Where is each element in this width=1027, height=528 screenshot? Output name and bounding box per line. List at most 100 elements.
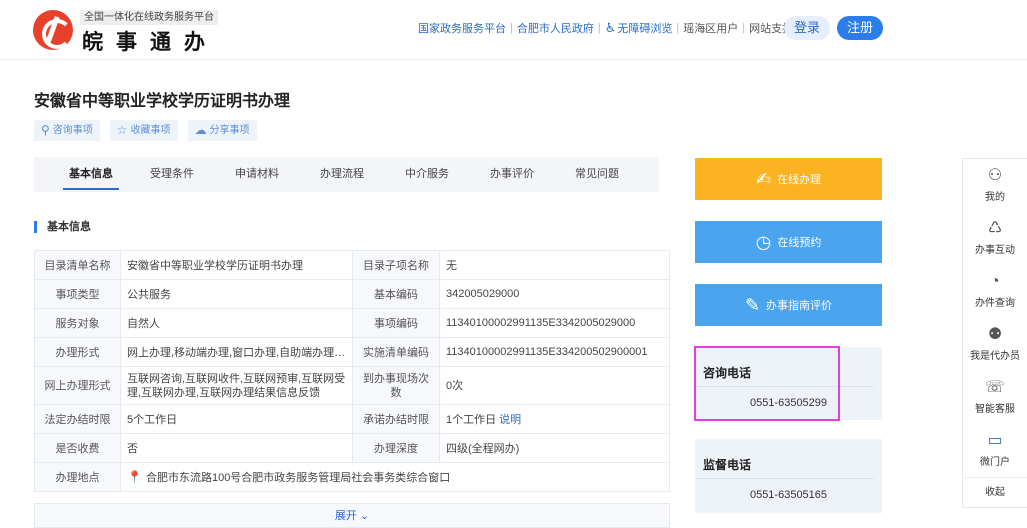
cell-value: 11340100002991135E3342005029000 (439, 308, 670, 338)
favorite-item-button[interactable]: ☆ 收藏事项 (109, 120, 178, 141)
tab-conditions[interactable]: 受理条件 (150, 157, 194, 192)
consult-item-button[interactable]: ⚲ 咨询事项 (34, 120, 100, 141)
table-row: 事项类型 公共服务 基本编码 342005029000 (34, 279, 670, 309)
cell-label: 目录清单名称 (34, 250, 121, 280)
login-button[interactable]: 登录 (784, 16, 830, 40)
clock-icon: ◷ (755, 231, 772, 252)
cell-label: 办理地点 (34, 462, 121, 492)
side-toolbar: ⚇ 我的 ♺ 办事互动 ◔ 办件查询 ⚉ 我是代办员 ☏ 智能客服 ▭ 微门户 … (962, 158, 1027, 508)
cell-value: 安徽省中等职业学校学历证明书办理 (120, 250, 353, 280)
link-national-platform[interactable]: 国家政务服务平台 (418, 20, 506, 36)
divider: | (676, 22, 680, 34)
expand-label: 展开 (334, 510, 357, 522)
sidebar-item-label: 我是代办员 (970, 351, 1020, 362)
accessibility-icon[interactable]: ♿ (605, 20, 617, 36)
site-brand[interactable]: 皖事通办 (82, 26, 218, 56)
star-icon: ☆ (116, 123, 128, 137)
favorite-item-label: 收藏事项 (130, 125, 171, 136)
promise-time-value: 1个工作日 (446, 414, 497, 426)
top-links: 国家政务服务平台 | 合肥市人民政府 | ♿ 无障碍浏览 | 瑶海区用户 | 网… (418, 20, 815, 36)
guide-evaluation-button[interactable]: ✎ 办事指南评价 (695, 284, 882, 326)
sidebar-item-agent[interactable]: ⚉ 我是代办员 (963, 318, 1027, 371)
sidebar-item-label: 智能客服 (975, 404, 1015, 415)
divider: | (742, 22, 746, 34)
tab-faq[interactable]: 常见问题 (575, 157, 619, 192)
tab-process[interactable]: 办理流程 (320, 157, 364, 192)
section-title: 基本信息 (34, 221, 91, 233)
region-selector[interactable]: 瑶海区用户 (683, 20, 738, 36)
location-value: 合肥市东流路100号合肥市政务服务管理局社会事务类综合窗口 (145, 472, 451, 484)
chat-service-icon: ☏ (984, 379, 1005, 396)
sidebar-item-mine[interactable]: ⚇ 我的 (963, 159, 1027, 212)
cell-label: 到办事现场次数 (352, 366, 440, 405)
register-button[interactable]: 注册 (837, 16, 883, 40)
basic-info-table: 目录清单名称 安徽省中等职业学校学历证明书办理 目录子项名称 无 事项类型 公共… (34, 250, 670, 492)
table-row: 目录清单名称 安徽省中等职业学校学历证明书办理 目录子项名称 无 (34, 250, 670, 280)
tab-evaluation[interactable]: 办事评价 (490, 157, 534, 192)
cell-label: 基本编码 (352, 279, 440, 309)
sidebar-collapse-button[interactable]: 收起 (963, 477, 1027, 507)
cell-value: 11340100002991135E334200502900001 (439, 337, 670, 367)
expand-button[interactable]: 展开 ⌄ (34, 503, 670, 528)
link-accessibility[interactable]: 无障碍浏览 (617, 20, 672, 36)
supervise-phone-number: 0551-63505165 (749, 489, 828, 501)
cell-value: 0次 (439, 366, 670, 405)
user-icon: ⚇ (987, 167, 1003, 184)
cell-label: 是否收费 (34, 433, 121, 463)
cell-value: 四级(全程网办) (439, 433, 670, 463)
search-clock-icon: ◔ (990, 273, 1000, 290)
edit-icon: ✎ (744, 294, 761, 315)
cell-value: 公共服务 (120, 279, 353, 309)
divider: | (597, 22, 601, 34)
location-pin-icon: 📍 (127, 470, 142, 484)
cell-label: 网上办理形式 (34, 366, 121, 405)
table-row: 服务对象 自然人 事项编码 11340100002991135E33420050… (34, 308, 670, 338)
cell-value: 342005029000 (439, 279, 670, 309)
site-header: 全国一体化在线政务服务平台 皖事通办 国家政务服务平台 | 合肥市人民政府 | … (0, 0, 1027, 60)
supervise-phone-title: 监督电话 (695, 439, 874, 479)
sidebar-item-interaction[interactable]: ♺ 办事互动 (963, 212, 1027, 265)
agent-icon: ⚉ (987, 326, 1003, 343)
share-item-label: 分享事项 (209, 125, 250, 136)
cell-value: 📍 合肥市东流路100号合肥市政务服务管理局社会事务类综合窗口 (120, 462, 670, 492)
tab-intermediary[interactable]: 中介服务 (405, 157, 449, 192)
guide-evaluation-label: 办事指南评价 (766, 300, 833, 312)
divider: | (510, 22, 513, 34)
share-item-button[interactable]: ☁ 分享事项 (187, 120, 257, 141)
cell-value: 互联网咨询,互联网收件,互联网预审,互联网受理,互联网办理,互联网办理结果信息反… (120, 366, 353, 405)
chevron-down-icon: ⌄ (359, 510, 370, 522)
sidebar-item-query[interactable]: ◔ 办件查询 (963, 265, 1027, 318)
cell-label: 事项编码 (352, 308, 440, 338)
monitor-icon: ▭ (987, 432, 1003, 449)
table-row: 办理形式 网上办理,移动端办理,窗口办理,自助端办理,快递... 实施清单编码 … (34, 337, 670, 367)
cell-value: 无 (439, 250, 670, 280)
cell-label: 服务对象 (34, 308, 121, 338)
cell-label: 办理形式 (34, 337, 121, 367)
page-title: 安徽省中等职业学校学历证明书办理 (34, 93, 291, 110)
cell-value: 5个工作日 (120, 404, 353, 434)
consult-item-label: 咨询事项 (52, 125, 93, 136)
sidebar-item-service[interactable]: ☏ 智能客服 (963, 371, 1027, 424)
cell-label: 办理深度 (352, 433, 440, 463)
tab-basic-info[interactable]: 基本信息 (63, 157, 119, 192)
item-actions: ⚲ 咨询事项 ☆ 收藏事项 ☁ 分享事项 (34, 120, 257, 141)
table-row: 法定办结时限 5个工作日 承诺办结时限 1个工作日 说明 (34, 404, 670, 434)
sidebar-item-portal[interactable]: ▭ 微门户 (963, 424, 1027, 477)
interaction-icon: ♺ (987, 220, 1003, 237)
share-icon: ☁ (194, 123, 207, 137)
site-slogan: 全国一体化在线政务服务平台 (80, 10, 218, 25)
cell-label: 实施清单编码 (352, 337, 440, 367)
supervise-phone-box: 监督电话 0551-63505165 (695, 439, 882, 513)
table-row: 网上办理形式 互联网咨询,互联网收件,互联网预审,互联网受理,互联网办理,互联网… (34, 366, 670, 405)
site-logo-icon[interactable] (33, 10, 73, 50)
detail-tabs: 基本信息 受理条件 申请材料 办理流程 中介服务 办事评价 常见问题 (34, 157, 659, 192)
table-row: 是否收费 否 办理深度 四级(全程网办) (34, 433, 670, 463)
online-handle-button[interactable]: ✍ 在线办理 (695, 158, 882, 200)
truncated-value: 网上办理,移动端办理,窗口办理,自助端办理,快递... (127, 347, 346, 359)
sidebar-item-label: 我的 (985, 192, 1005, 203)
tab-materials[interactable]: 申请材料 (235, 157, 279, 192)
link-hefei-gov[interactable]: 合肥市人民政府 (517, 20, 594, 36)
online-appointment-button[interactable]: ◷ 在线预约 (695, 221, 882, 263)
online-handle-label: 在线办理 (777, 174, 822, 186)
promise-time-note-link[interactable]: 说明 (499, 414, 521, 426)
